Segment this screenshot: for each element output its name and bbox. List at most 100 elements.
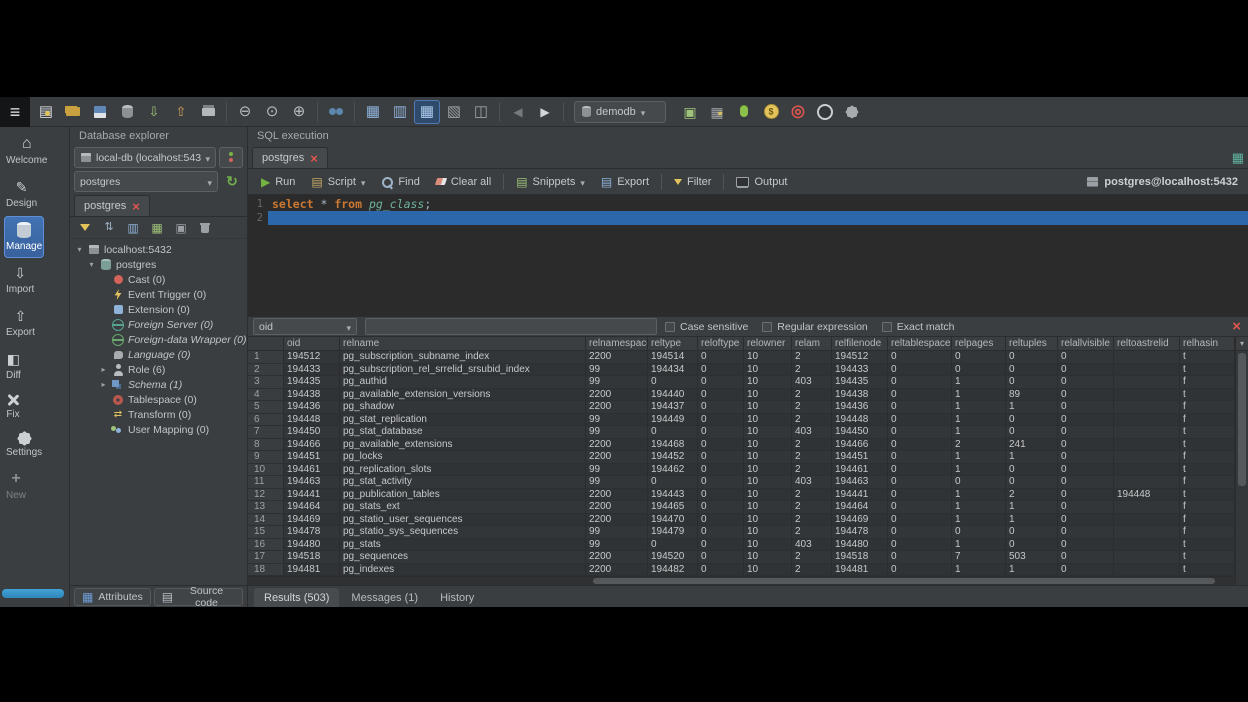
cell-relhasin[interactable]: t xyxy=(1180,489,1235,501)
row-number[interactable]: 9 xyxy=(248,451,284,463)
cell-relpages[interactable]: 1 xyxy=(952,426,1006,438)
cell-relhasin[interactable]: f xyxy=(1180,514,1235,526)
cell-relam[interactable]: 2 xyxy=(792,351,832,363)
cell-relnamespace[interactable]: 99 xyxy=(586,476,648,488)
row-number[interactable]: 10 xyxy=(248,464,284,476)
cell-relam[interactable]: 2 xyxy=(792,364,832,376)
tree-item[interactable]: postgres xyxy=(70,257,247,272)
cell-relpages[interactable]: 7 xyxy=(952,551,1006,563)
cell-relname[interactable]: pg_publication_tables xyxy=(340,489,586,501)
cell-reltype[interactable]: 194482 xyxy=(648,564,698,576)
new-object-button[interactable] xyxy=(146,218,168,237)
tree-item[interactable]: User Mapping (0) xyxy=(70,422,247,437)
filter-search-input[interactable] xyxy=(365,318,657,335)
tree-item[interactable]: Role (6) xyxy=(70,362,247,377)
sidebar-item-settings[interactable]: Settings xyxy=(4,427,44,464)
cell-relhasin[interactable]: t xyxy=(1180,564,1235,576)
sidebar-item-new[interactable]: New xyxy=(4,465,28,507)
column-header-relhasin[interactable]: relhasin xyxy=(1180,337,1235,351)
cell-reltype[interactable]: 194470 xyxy=(648,514,698,526)
filter-button[interactable] xyxy=(74,218,96,237)
tree-item[interactable]: Event Trigger (0) xyxy=(70,287,247,302)
row-number[interactable]: 18 xyxy=(248,564,284,576)
row-number[interactable]: 12 xyxy=(248,489,284,501)
sidebar-item-diff[interactable]: Diff xyxy=(4,345,23,387)
column-header-relam[interactable]: relam xyxy=(792,337,832,351)
row-number[interactable]: 14 xyxy=(248,514,284,526)
cell-relallvisible[interactable]: 0 xyxy=(1058,401,1114,413)
cell-relam[interactable]: 403 xyxy=(792,376,832,388)
cell-reltoastrelid[interactable] xyxy=(1114,401,1180,413)
cell-relowner[interactable]: 10 xyxy=(744,514,792,526)
cell-reltoastrelid[interactable]: 194448 xyxy=(1114,489,1180,501)
cell-relfilenode[interactable]: 194466 xyxy=(832,439,888,451)
cell-relam[interactable]: 2 xyxy=(792,439,832,451)
cell-reltuples[interactable]: 1 xyxy=(1006,564,1058,576)
cell-reltablespace[interactable]: 0 xyxy=(888,526,952,538)
cell-relam[interactable]: 403 xyxy=(792,539,832,551)
cell-reltablespace[interactable]: 0 xyxy=(888,376,952,388)
cell-relpages[interactable]: 1 xyxy=(952,464,1006,476)
cell-reloftype[interactable]: 0 xyxy=(698,476,744,488)
row-number[interactable]: 6 xyxy=(248,414,284,426)
cell-reltoastrelid[interactable] xyxy=(1114,551,1180,563)
cell-reltype[interactable]: 0 xyxy=(648,426,698,438)
cell-relallvisible[interactable]: 0 xyxy=(1058,376,1114,388)
cell-relname[interactable]: pg_locks xyxy=(340,451,586,463)
cell-relfilenode[interactable]: 194438 xyxy=(832,389,888,401)
database-selector[interactable]: demodb xyxy=(574,101,666,123)
menu-button[interactable] xyxy=(0,97,30,127)
new-document-button[interactable] xyxy=(33,100,59,124)
cell-reltablespace[interactable]: 0 xyxy=(888,401,952,413)
cell-reloftype[interactable]: 0 xyxy=(698,526,744,538)
cell-relpages[interactable]: 0 xyxy=(952,476,1006,488)
form-view-button[interactable] xyxy=(387,100,413,124)
row-number[interactable]: 3 xyxy=(248,376,284,388)
cell-reloftype[interactable]: 0 xyxy=(698,426,744,438)
cell-reloftype[interactable]: 0 xyxy=(698,376,744,388)
column-header-relfilenode[interactable]: relfilenode xyxy=(832,337,888,351)
column-header-reloftype[interactable]: reloftype xyxy=(698,337,744,351)
tree-item[interactable]: localhost:5432 xyxy=(70,242,247,257)
script-button[interactable]: Script xyxy=(304,171,372,193)
cell-relallvisible[interactable]: 0 xyxy=(1058,489,1114,501)
cell-oid[interactable]: 194464 xyxy=(284,501,340,513)
cell-reltablespace[interactable]: 0 xyxy=(888,564,952,576)
cell-relowner[interactable]: 10 xyxy=(744,439,792,451)
vertical-scrollbar-thumb[interactable] xyxy=(1238,353,1246,486)
cell-relam[interactable]: 2 xyxy=(792,501,832,513)
cell-oid[interactable]: 194433 xyxy=(284,364,340,376)
cell-reltoastrelid[interactable] xyxy=(1114,539,1180,551)
sidebar-item-manage[interactable]: Manage xyxy=(4,216,44,258)
cell-oid[interactable]: 194451 xyxy=(284,451,340,463)
sql-editor[interactable]: 1select * from pg_class;2 xyxy=(248,195,1248,316)
sidebar-item-design[interactable]: Design xyxy=(4,173,39,215)
export-button[interactable]: Export xyxy=(594,171,656,193)
tree-item[interactable]: Cast (0) xyxy=(70,272,247,287)
refresh-database-button[interactable] xyxy=(221,171,243,192)
cell-reloftype[interactable]: 0 xyxy=(698,501,744,513)
cell-relowner[interactable]: 10 xyxy=(744,364,792,376)
cell-relam[interactable]: 2 xyxy=(792,414,832,426)
cell-relowner[interactable]: 10 xyxy=(744,526,792,538)
cell-relpages[interactable]: 1 xyxy=(952,501,1006,513)
cell-oid[interactable]: 194469 xyxy=(284,514,340,526)
cell-reloftype[interactable]: 0 xyxy=(698,389,744,401)
cell-relhasin[interactable]: t xyxy=(1180,439,1235,451)
cell-relallvisible[interactable]: 0 xyxy=(1058,364,1114,376)
cell-relname[interactable]: pg_indexes xyxy=(340,564,586,576)
cell-oid[interactable]: 194450 xyxy=(284,426,340,438)
cell-reltuples[interactable]: 0 xyxy=(1006,426,1058,438)
cell-oid[interactable]: 194438 xyxy=(284,389,340,401)
cell-reltablespace[interactable]: 0 xyxy=(888,364,952,376)
cell-relallvisible[interactable]: 0 xyxy=(1058,514,1114,526)
cell-relpages[interactable]: 0 xyxy=(952,351,1006,363)
cell-relfilenode[interactable]: 194451 xyxy=(832,451,888,463)
cell-oid[interactable]: 194436 xyxy=(284,401,340,413)
cell-reltoastrelid[interactable] xyxy=(1114,351,1180,363)
tree-item[interactable]: Schema (1) xyxy=(70,377,247,392)
cell-relhasin[interactable]: f xyxy=(1180,501,1235,513)
cell-relowner[interactable]: 10 xyxy=(744,489,792,501)
cell-relam[interactable]: 2 xyxy=(792,451,832,463)
cell-reltoastrelid[interactable] xyxy=(1114,501,1180,513)
